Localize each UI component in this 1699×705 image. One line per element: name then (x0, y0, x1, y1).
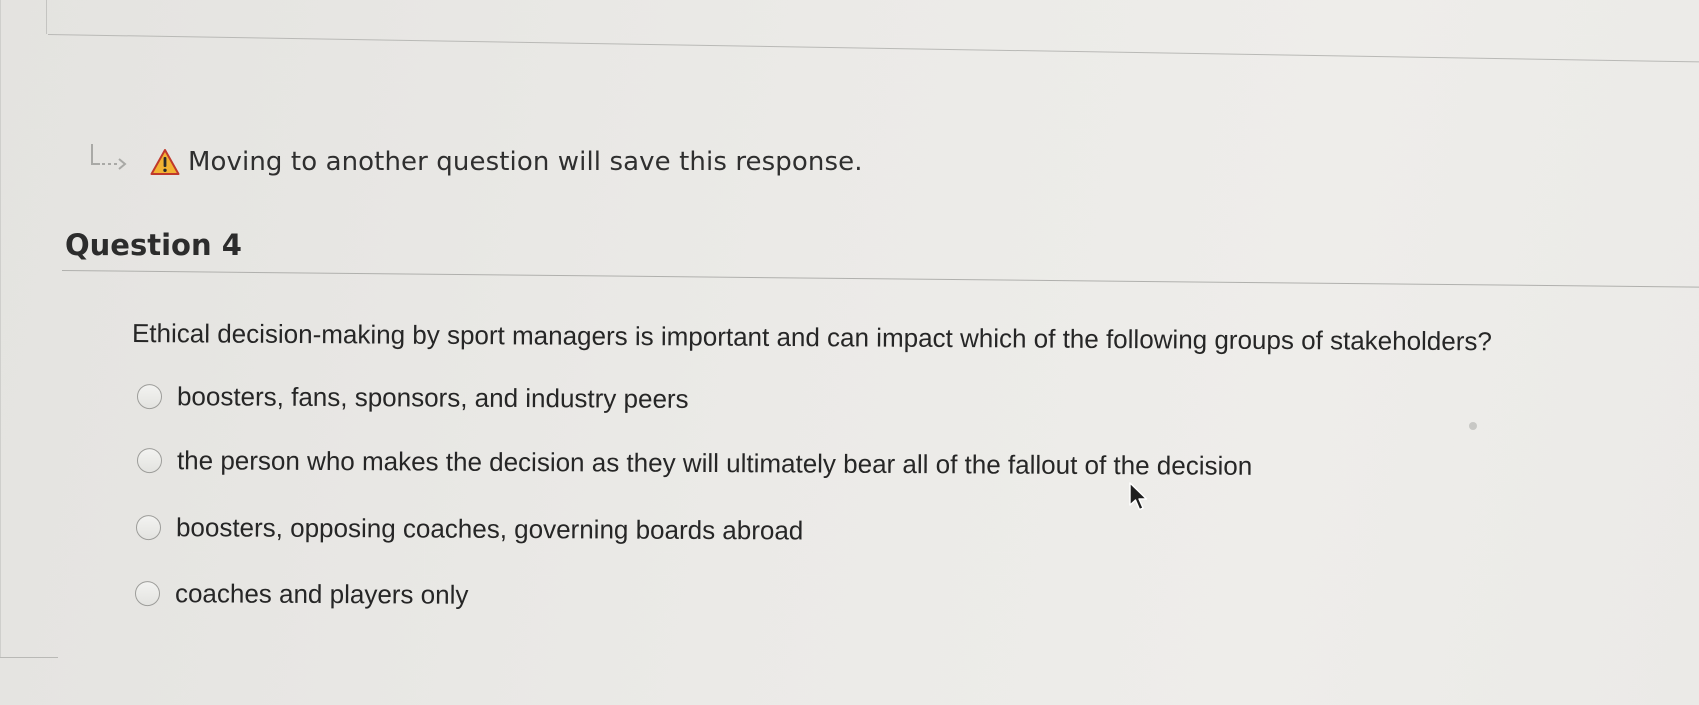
answer-label: coaches and players only (174, 578, 469, 610)
answer-option-3[interactable]: boosters, opposing coaches, governing bo… (135, 512, 804, 546)
question-title-divider (61, 270, 1699, 288)
radio-button[interactable] (135, 515, 162, 541)
radio-button[interactable] (136, 448, 163, 474)
answer-label: the person who makes the decision as the… (176, 445, 1253, 481)
mouse-pointer-icon (1129, 482, 1148, 511)
radio-button[interactable] (134, 581, 161, 607)
save-notice: Moving to another question will save thi… (88, 142, 863, 182)
frame-left-divider (46, 0, 47, 34)
radio-button[interactable] (136, 384, 163, 410)
save-notice-text: Moving to another question will save thi… (188, 147, 863, 177)
frame-top-divider (47, 34, 1699, 63)
background-speck (1469, 422, 1477, 430)
warning-icon (150, 149, 180, 175)
frame-bottom-divider (0, 657, 58, 658)
question-title: Question 4 (65, 228, 242, 262)
answer-label: boosters, opposing coaches, governing bo… (175, 512, 804, 546)
answer-option-2[interactable]: the person who makes the decision as the… (136, 445, 1253, 482)
return-arrow-icon (91, 144, 127, 170)
answer-option-4[interactable]: coaches and players only (134, 578, 469, 611)
answer-option-1[interactable]: boosters, fans, sponsors, and industry p… (136, 381, 689, 415)
frame-left-edge (0, 0, 1, 657)
answer-label: boosters, fans, sponsors, and industry p… (176, 381, 689, 414)
question-prompt: Ethical decision-making by sport manager… (131, 318, 1492, 357)
